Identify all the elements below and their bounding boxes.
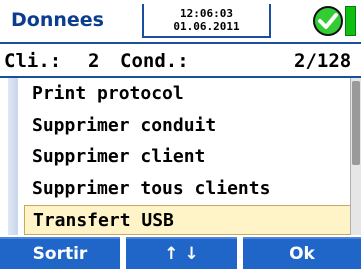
device-screen: Donnees 12:06:03 01.06.2011 Cli.: 2 Cond… xyxy=(0,0,361,269)
clock-date: 01.06.2011 xyxy=(173,20,240,33)
check-circle-icon xyxy=(312,5,344,37)
scrollbar-thumb[interactable] xyxy=(352,81,360,165)
client-label: Cli.: xyxy=(4,50,62,72)
check-circle-svg xyxy=(313,6,343,36)
menu-list: Print protocol Supprimer conduit Supprim… xyxy=(18,78,355,235)
clock-time: 12:06:03 xyxy=(180,7,233,20)
menu-item-transfert-usb[interactable]: Transfert USB xyxy=(24,205,355,235)
menu-item-supprimer-tous-clients[interactable]: Supprimer tous clients xyxy=(32,174,270,204)
up-down-button[interactable]: ↑ ↓ xyxy=(126,237,237,269)
ok-button[interactable]: Ok xyxy=(243,237,361,269)
menu-item-print-protocol[interactable]: Print protocol xyxy=(32,79,184,109)
page-title: Donnees xyxy=(11,9,104,31)
footer-bar: Sortir ↑ ↓ Ok xyxy=(0,237,361,269)
conduit-label: Cond.: xyxy=(120,50,189,72)
clock-display: 12:06:03 01.06.2011 xyxy=(142,4,271,38)
client-value: 2 xyxy=(88,50,100,72)
info-bar: Cli.: 2 Cond.: 2/128 xyxy=(0,42,361,78)
menu-item-supprimer-conduit[interactable]: Supprimer conduit xyxy=(32,111,216,141)
menu-item-supprimer-client[interactable]: Supprimer client xyxy=(32,142,205,172)
header-bar: Donnees 12:06:03 01.06.2011 xyxy=(0,0,361,42)
scrollbar[interactable] xyxy=(350,78,361,235)
conduit-value: 2/128 xyxy=(294,50,352,72)
battery-icon xyxy=(345,6,356,36)
left-margin-bar xyxy=(0,78,18,235)
sortir-button[interactable]: Sortir xyxy=(0,237,120,269)
